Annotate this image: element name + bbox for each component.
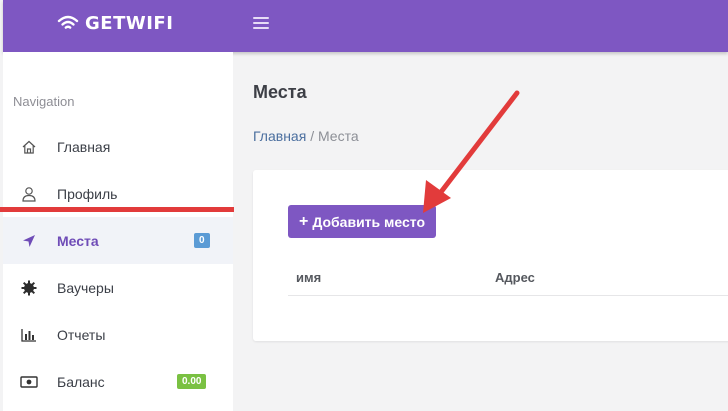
sidebar-item-vouchers[interactable]: Ваучеры — [3, 264, 233, 311]
places-card: + Добавить место имя Адрес — [253, 170, 728, 341]
page-title: Места — [253, 82, 307, 102]
breadcrumb-home-link[interactable]: Главная — [253, 128, 306, 144]
user-icon — [20, 185, 38, 203]
balance-badge: 0.00 — [177, 374, 207, 389]
sidebar-item-label: Профиль — [57, 185, 118, 202]
bar-chart-icon — [20, 326, 38, 344]
hamburger-menu-icon[interactable] — [253, 16, 269, 30]
sidebar-item-balance[interactable]: Баланс 0.00 — [3, 358, 233, 405]
logo[interactable]: GETWIFI — [57, 12, 173, 34]
sidebar-item-label: Отчеты — [57, 326, 106, 343]
sidebar: Navigation Главная Профиль Места 0 Вауче… — [3, 52, 233, 411]
top-bar: GETWIFI — [3, 0, 728, 52]
column-header-name[interactable]: имя — [296, 270, 321, 285]
sidebar-item-label: Баланс — [57, 373, 105, 390]
sidebar-item-places[interactable]: Места 0 — [3, 217, 233, 264]
wifi-icon — [57, 15, 79, 29]
money-icon — [20, 373, 38, 391]
sidebar-item-reports[interactable]: Отчеты — [3, 311, 233, 358]
sidebar-item-label: Ваучеры — [57, 279, 114, 296]
add-place-button[interactable]: + Добавить место — [288, 205, 436, 238]
breadcrumb-current: Места — [317, 128, 359, 144]
sidebar-item-label: Места — [57, 232, 99, 249]
nav-header: Navigation — [13, 94, 75, 109]
table-header: имя Адрес — [288, 262, 728, 296]
sidebar-item-home[interactable]: Главная — [3, 123, 233, 170]
breadcrumb: Главная / Места — [253, 128, 359, 144]
add-place-label: Добавить место — [312, 213, 425, 230]
count-badge: 0 — [194, 233, 210, 248]
sidebar-item-label: Главная — [57, 138, 111, 155]
annotation-underline — [0, 207, 234, 212]
logo-text: GETWIFI — [85, 12, 174, 34]
home-icon — [20, 138, 38, 156]
breadcrumb-separator: / — [310, 128, 315, 144]
column-header-address[interactable]: Адрес — [495, 270, 535, 285]
gear-icon — [20, 279, 38, 297]
plus-icon: + — [298, 212, 309, 230]
location-arrow-icon — [20, 232, 38, 250]
